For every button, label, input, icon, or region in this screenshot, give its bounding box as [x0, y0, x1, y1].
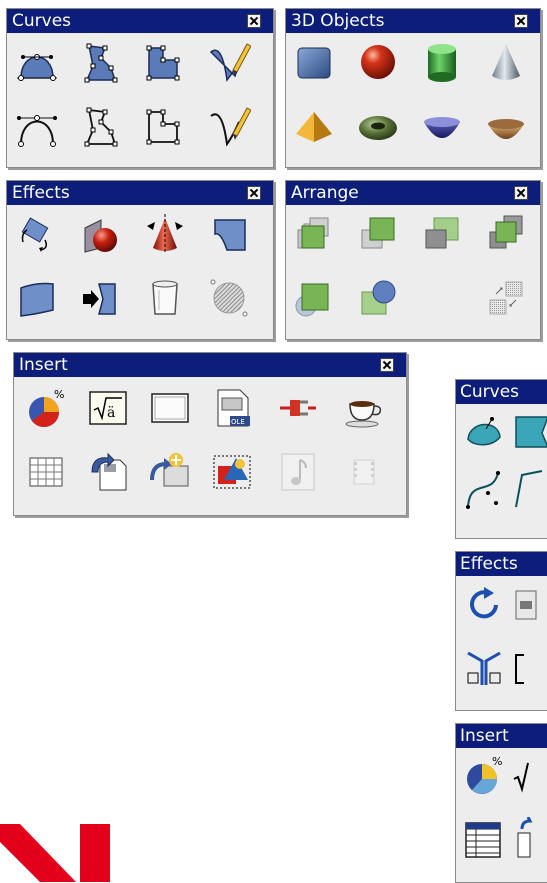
pyramid-icon[interactable]: [292, 104, 336, 148]
filled-curve-icon[interactable]: [462, 409, 506, 453]
objects3d-title: 3D Objects: [291, 11, 385, 31]
rotate-icon[interactable]: [15, 212, 59, 256]
spreadsheet-icon[interactable]: [462, 817, 506, 861]
insert-object-icon[interactable]: [148, 450, 192, 494]
svg-text:ä: ä: [107, 405, 115, 421]
formula-icon[interactable]: [512, 755, 547, 799]
insert-toolbar: Insert % ä OLE: [13, 352, 407, 516]
cylinder-icon[interactable]: [420, 40, 464, 84]
reverse-icon[interactable]: [484, 276, 528, 320]
chart-icon[interactable]: %: [24, 386, 68, 430]
shell-icon[interactable]: [420, 104, 464, 148]
video-icon[interactable]: [342, 450, 386, 494]
curves-alt-title: Curves: [460, 382, 520, 402]
bring-forward-icon[interactable]: [356, 212, 400, 256]
curves-title: Curves: [12, 11, 72, 31]
filled-polygon-45-icon[interactable]: [143, 40, 187, 84]
sound-icon[interactable]: [276, 450, 320, 494]
close-icon[interactable]: [247, 186, 261, 200]
curves-alt-titlebar[interactable]: Curves: [456, 380, 547, 404]
polygon-icon[interactable]: [512, 467, 547, 511]
send-to-back-icon[interactable]: [484, 212, 528, 256]
curves-toolbar: Curves: [6, 8, 274, 168]
in-front-of-object-icon[interactable]: [292, 276, 336, 320]
arrange-toolbar: Arrange: [285, 180, 541, 340]
objects3d-toolbar: 3D Objects: [285, 8, 541, 168]
bring-to-front-icon[interactable]: [292, 212, 336, 256]
close-icon[interactable]: [247, 14, 261, 28]
in-3d-rotation-object-icon[interactable]: [143, 212, 187, 256]
close-icon[interactable]: [380, 358, 394, 372]
effects-alt-titlebar[interactable]: Effects: [456, 552, 547, 576]
flip-icon[interactable]: [512, 583, 547, 627]
curves-alt-toolbar: Curves: [455, 379, 547, 539]
insert-alt-toolbar: Insert %: [455, 723, 547, 883]
cube-icon[interactable]: [292, 40, 336, 84]
transparency-icon[interactable]: [79, 276, 123, 320]
insert-alt-titlebar[interactable]: Insert: [456, 724, 547, 748]
arrange-title: Arrange: [291, 183, 359, 203]
effects-titlebar[interactable]: Effects: [7, 181, 273, 205]
half-sphere-icon[interactable]: [484, 104, 528, 148]
svg-text:OLE: OLE: [231, 418, 245, 426]
logo: [0, 824, 110, 882]
objects3d-titlebar[interactable]: 3D Objects: [286, 9, 540, 33]
rotate-icon[interactable]: [462, 583, 506, 627]
polygon-45-icon[interactable]: [143, 104, 187, 148]
effects-alt-toolbar: Effects: [455, 551, 547, 711]
close-icon[interactable]: [514, 186, 528, 200]
freeform-line-icon[interactable]: [207, 104, 251, 148]
image-icon[interactable]: [210, 450, 254, 494]
filled-polygon-icon[interactable]: [79, 40, 123, 84]
in-3d-rotation-object-icon[interactable]: [462, 647, 506, 691]
curves-titlebar[interactable]: Curves: [7, 9, 273, 33]
filled-polygon-icon[interactable]: [512, 409, 547, 453]
set-in-circle-perspective-icon[interactable]: [512, 647, 547, 691]
effects-alt-title: Effects: [460, 554, 518, 574]
insert-file-icon[interactable]: [512, 817, 547, 861]
svg-text:%: %: [54, 388, 64, 401]
effects-toolbar: Effects: [6, 180, 274, 340]
sphere-icon[interactable]: [356, 40, 400, 84]
filled-curve-icon[interactable]: [15, 40, 59, 84]
insert-titlebar[interactable]: Insert: [14, 353, 406, 377]
insert-title: Insert: [19, 355, 68, 375]
arrange-titlebar[interactable]: Arrange: [286, 181, 540, 205]
in-3d-lathe-icon[interactable]: [143, 276, 187, 320]
curve-icon[interactable]: [462, 467, 506, 511]
polygon-icon[interactable]: [79, 104, 123, 148]
frame-icon[interactable]: [148, 386, 192, 430]
gradient-icon[interactable]: [207, 276, 251, 320]
flip-icon[interactable]: [79, 212, 123, 256]
svg-text:%: %: [492, 755, 502, 768]
set-to-circle-slant-icon[interactable]: [15, 276, 59, 320]
cone-icon[interactable]: [484, 40, 528, 84]
formula-icon[interactable]: ä: [86, 386, 130, 430]
chart-icon[interactable]: %: [462, 755, 506, 799]
close-icon[interactable]: [514, 14, 528, 28]
ole-object-icon[interactable]: OLE: [210, 386, 254, 430]
applet-icon[interactable]: [342, 386, 386, 430]
plugin-icon[interactable]: [276, 386, 320, 430]
insert-alt-title: Insert: [460, 726, 509, 746]
behind-object-icon[interactable]: [356, 276, 400, 320]
send-backward-icon[interactable]: [420, 212, 464, 256]
set-in-circle-perspective-icon[interactable]: [207, 212, 251, 256]
effects-title: Effects: [12, 183, 70, 203]
torus-icon[interactable]: [356, 104, 400, 148]
filled-freeform-icon[interactable]: [207, 40, 251, 84]
curve-icon[interactable]: [15, 104, 59, 148]
spreadsheet-icon[interactable]: [24, 450, 68, 494]
insert-file-icon[interactable]: [86, 450, 130, 494]
